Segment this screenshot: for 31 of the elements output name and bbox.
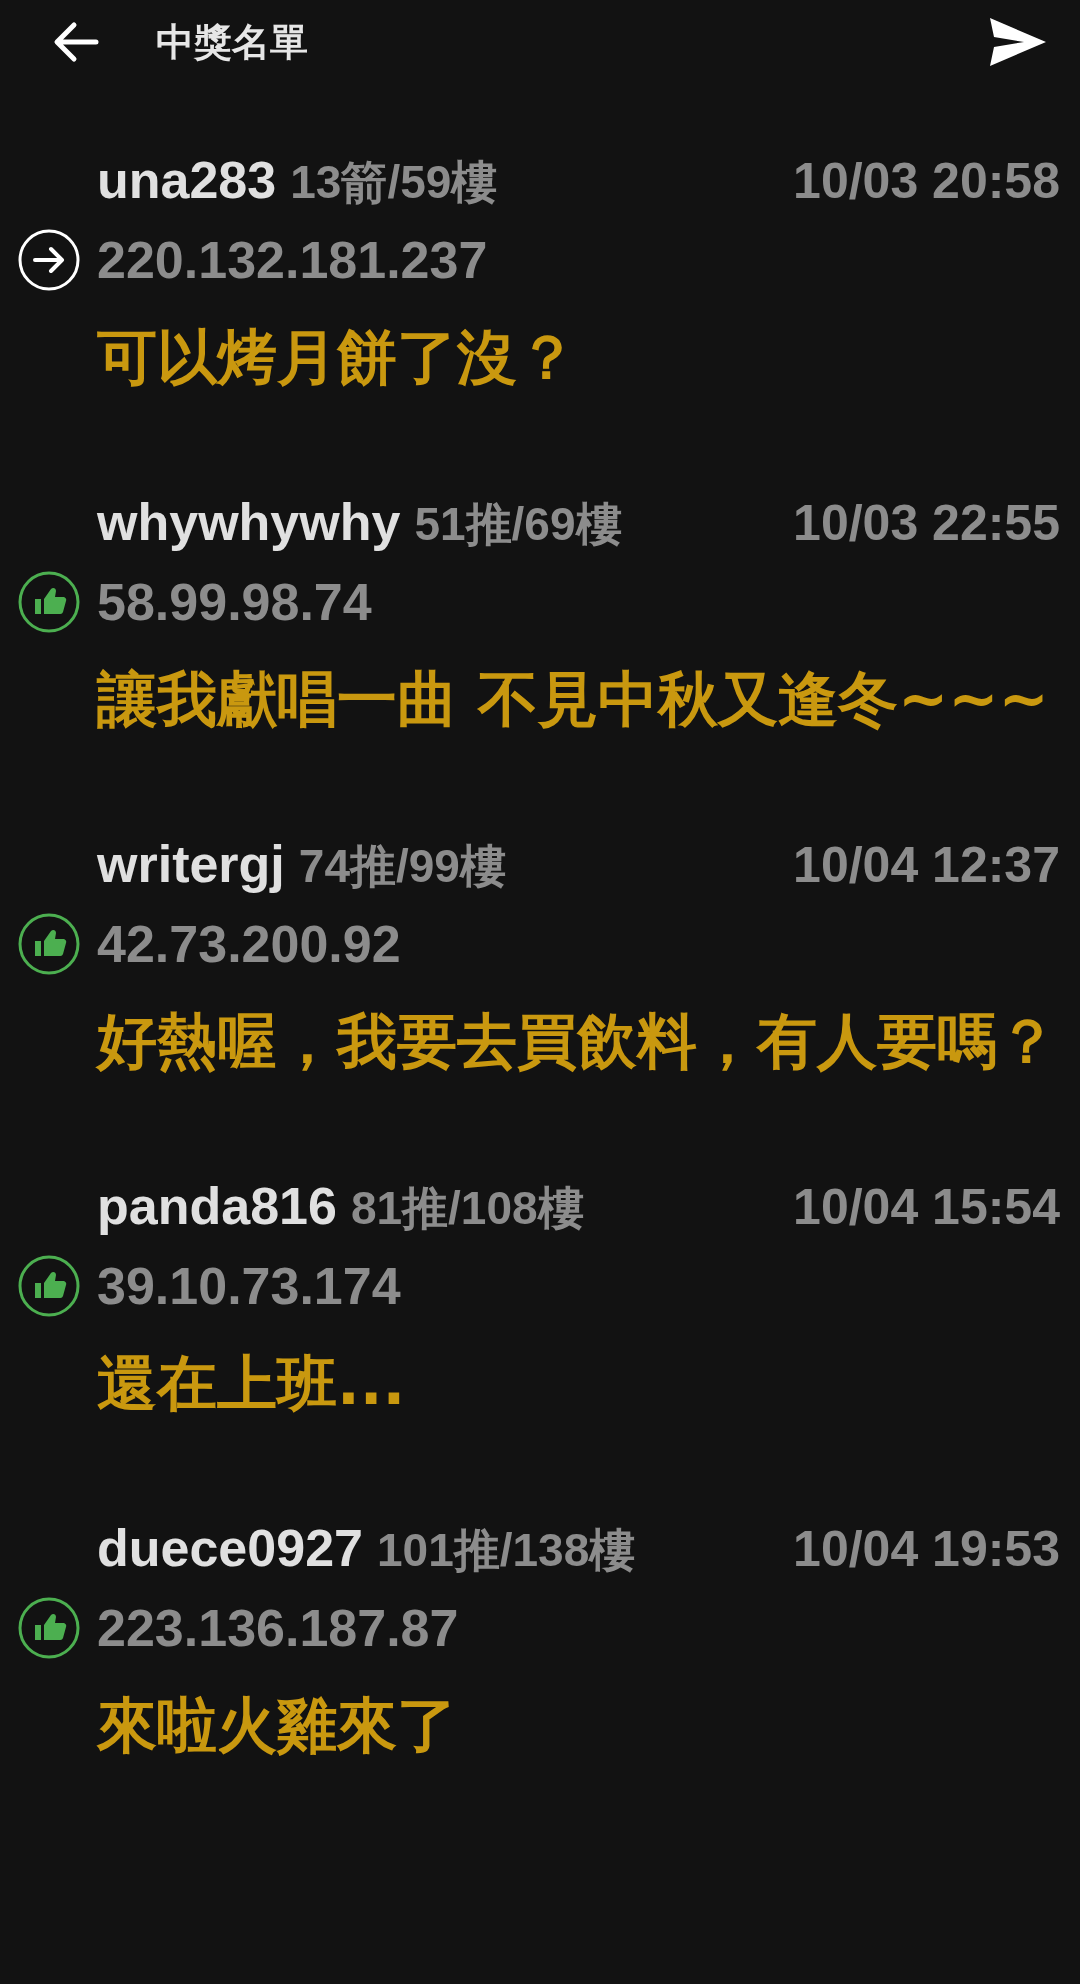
ip-address: 39.10.73.174: [97, 1256, 402, 1317]
timestamp: 10/03 22:55: [793, 494, 1060, 553]
comment-text: 好熱喔，我要去買飲料，有人要嗎？: [97, 1005, 1058, 1078]
username: panda816: [97, 1176, 337, 1237]
timestamp: 10/03 20:58: [793, 152, 1060, 211]
comment-text: 讓我獻唱一曲 不見中秋又逢冬~~~: [97, 663, 1050, 736]
thumbs-up-icon: [16, 912, 81, 976]
post-stats: 81推/108樓: [350, 1181, 584, 1236]
ip-address: 223.136.187.87: [97, 1598, 460, 1659]
timestamp: 10/04 19:53: [793, 1520, 1060, 1579]
comment-text: 還在上班...: [97, 1347, 407, 1420]
thumbs-up-icon: [16, 570, 81, 634]
comment-text: 可以烤月餅了沒？: [97, 321, 578, 394]
ip-address: 42.73.200.92: [97, 914, 402, 975]
page-title: 中獎名單: [156, 18, 309, 66]
timestamp: 10/04 12:37: [793, 836, 1060, 895]
ip-address: 58.99.98.74: [97, 572, 373, 633]
thumbs-up-icon: [16, 1254, 81, 1318]
post-stats: 13箭/59樓: [290, 155, 498, 210]
username: whywhywhy: [97, 492, 401, 553]
thumbs-up-icon: [16, 1596, 81, 1660]
post-stats: 101推/138樓: [376, 1523, 636, 1578]
username: duece0927: [97, 1518, 363, 1579]
username: writergj: [97, 834, 285, 895]
ip-address: 220.132.181.237: [97, 230, 489, 291]
arrow-circle-icon: [16, 228, 81, 292]
timestamp: 10/04 15:54: [793, 1178, 1060, 1237]
post-stats: 74推/99樓: [298, 839, 506, 894]
comment-text: 來啦火雞來了: [97, 1689, 458, 1762]
post-stats: 51推/69樓: [414, 497, 622, 552]
username: una283: [97, 150, 277, 211]
